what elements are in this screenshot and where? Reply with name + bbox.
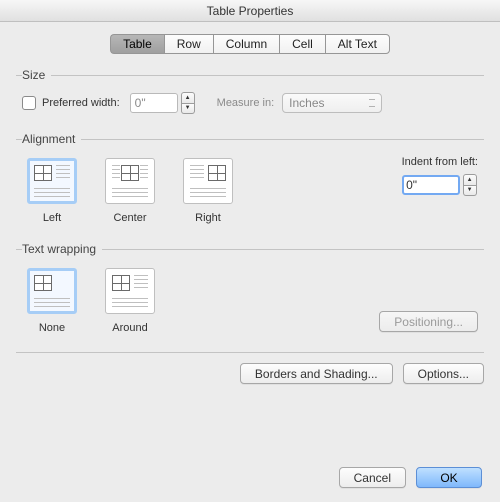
stepper-up-icon[interactable]: ▲ bbox=[463, 174, 477, 186]
align-center-option[interactable] bbox=[105, 158, 155, 204]
indent-stepper[interactable]: ▲ ▼ bbox=[463, 174, 477, 196]
preferred-width-label: Preferred width: bbox=[42, 97, 120, 109]
stepper-down-icon[interactable]: ▼ bbox=[181, 104, 195, 115]
indent-input[interactable]: 0" bbox=[402, 175, 460, 195]
stepper-up-icon[interactable]: ▲ bbox=[181, 92, 195, 104]
wrapping-group: Text wrapping None bbox=[16, 242, 484, 340]
stepper-down-icon[interactable]: ▼ bbox=[463, 186, 477, 197]
align-right-label: Right bbox=[178, 212, 238, 224]
alignment-legend: Alignment bbox=[22, 132, 81, 146]
options-button[interactable]: Options... bbox=[403, 363, 484, 384]
size-group: Size Preferred width: 0" ▲ ▼ Measure in:… bbox=[16, 68, 484, 120]
align-center-label: Center bbox=[100, 212, 160, 224]
indent-label: Indent from left: bbox=[402, 156, 478, 168]
window-title: Table Properties bbox=[0, 0, 500, 22]
wrapping-legend: Text wrapping bbox=[22, 242, 102, 256]
preferred-width-input[interactable]: 0" bbox=[130, 93, 178, 113]
cancel-button[interactable]: Cancel bbox=[339, 467, 406, 488]
tab-row[interactable]: Row bbox=[164, 34, 213, 54]
align-left-label: Left bbox=[22, 212, 82, 224]
wrap-none-option[interactable] bbox=[27, 268, 77, 314]
wrap-around-option[interactable] bbox=[105, 268, 155, 314]
measure-in-label: Measure in: bbox=[217, 97, 274, 109]
measure-in-select[interactable]: Inches bbox=[282, 93, 382, 113]
size-legend: Size bbox=[22, 68, 51, 82]
tab-bar: Table Row Column Cell Alt Text bbox=[16, 34, 484, 54]
tab-alttext[interactable]: Alt Text bbox=[325, 34, 390, 54]
preferred-width-checkbox[interactable] bbox=[22, 96, 36, 110]
borders-shading-button[interactable]: Borders and Shading... bbox=[240, 363, 393, 384]
wrap-none-label: None bbox=[22, 322, 82, 334]
tab-table[interactable]: Table bbox=[110, 34, 164, 54]
alignment-group: Alignment Left bbox=[16, 132, 484, 230]
align-left-option[interactable] bbox=[27, 158, 77, 204]
align-right-option[interactable] bbox=[183, 158, 233, 204]
preferred-width-stepper[interactable]: ▲ ▼ bbox=[181, 92, 195, 114]
tab-cell[interactable]: Cell bbox=[279, 34, 325, 54]
ok-button[interactable]: OK bbox=[416, 467, 482, 488]
separator bbox=[16, 352, 484, 353]
tab-column[interactable]: Column bbox=[213, 34, 279, 54]
positioning-button: Positioning... bbox=[379, 311, 478, 332]
wrap-around-label: Around bbox=[100, 322, 160, 334]
